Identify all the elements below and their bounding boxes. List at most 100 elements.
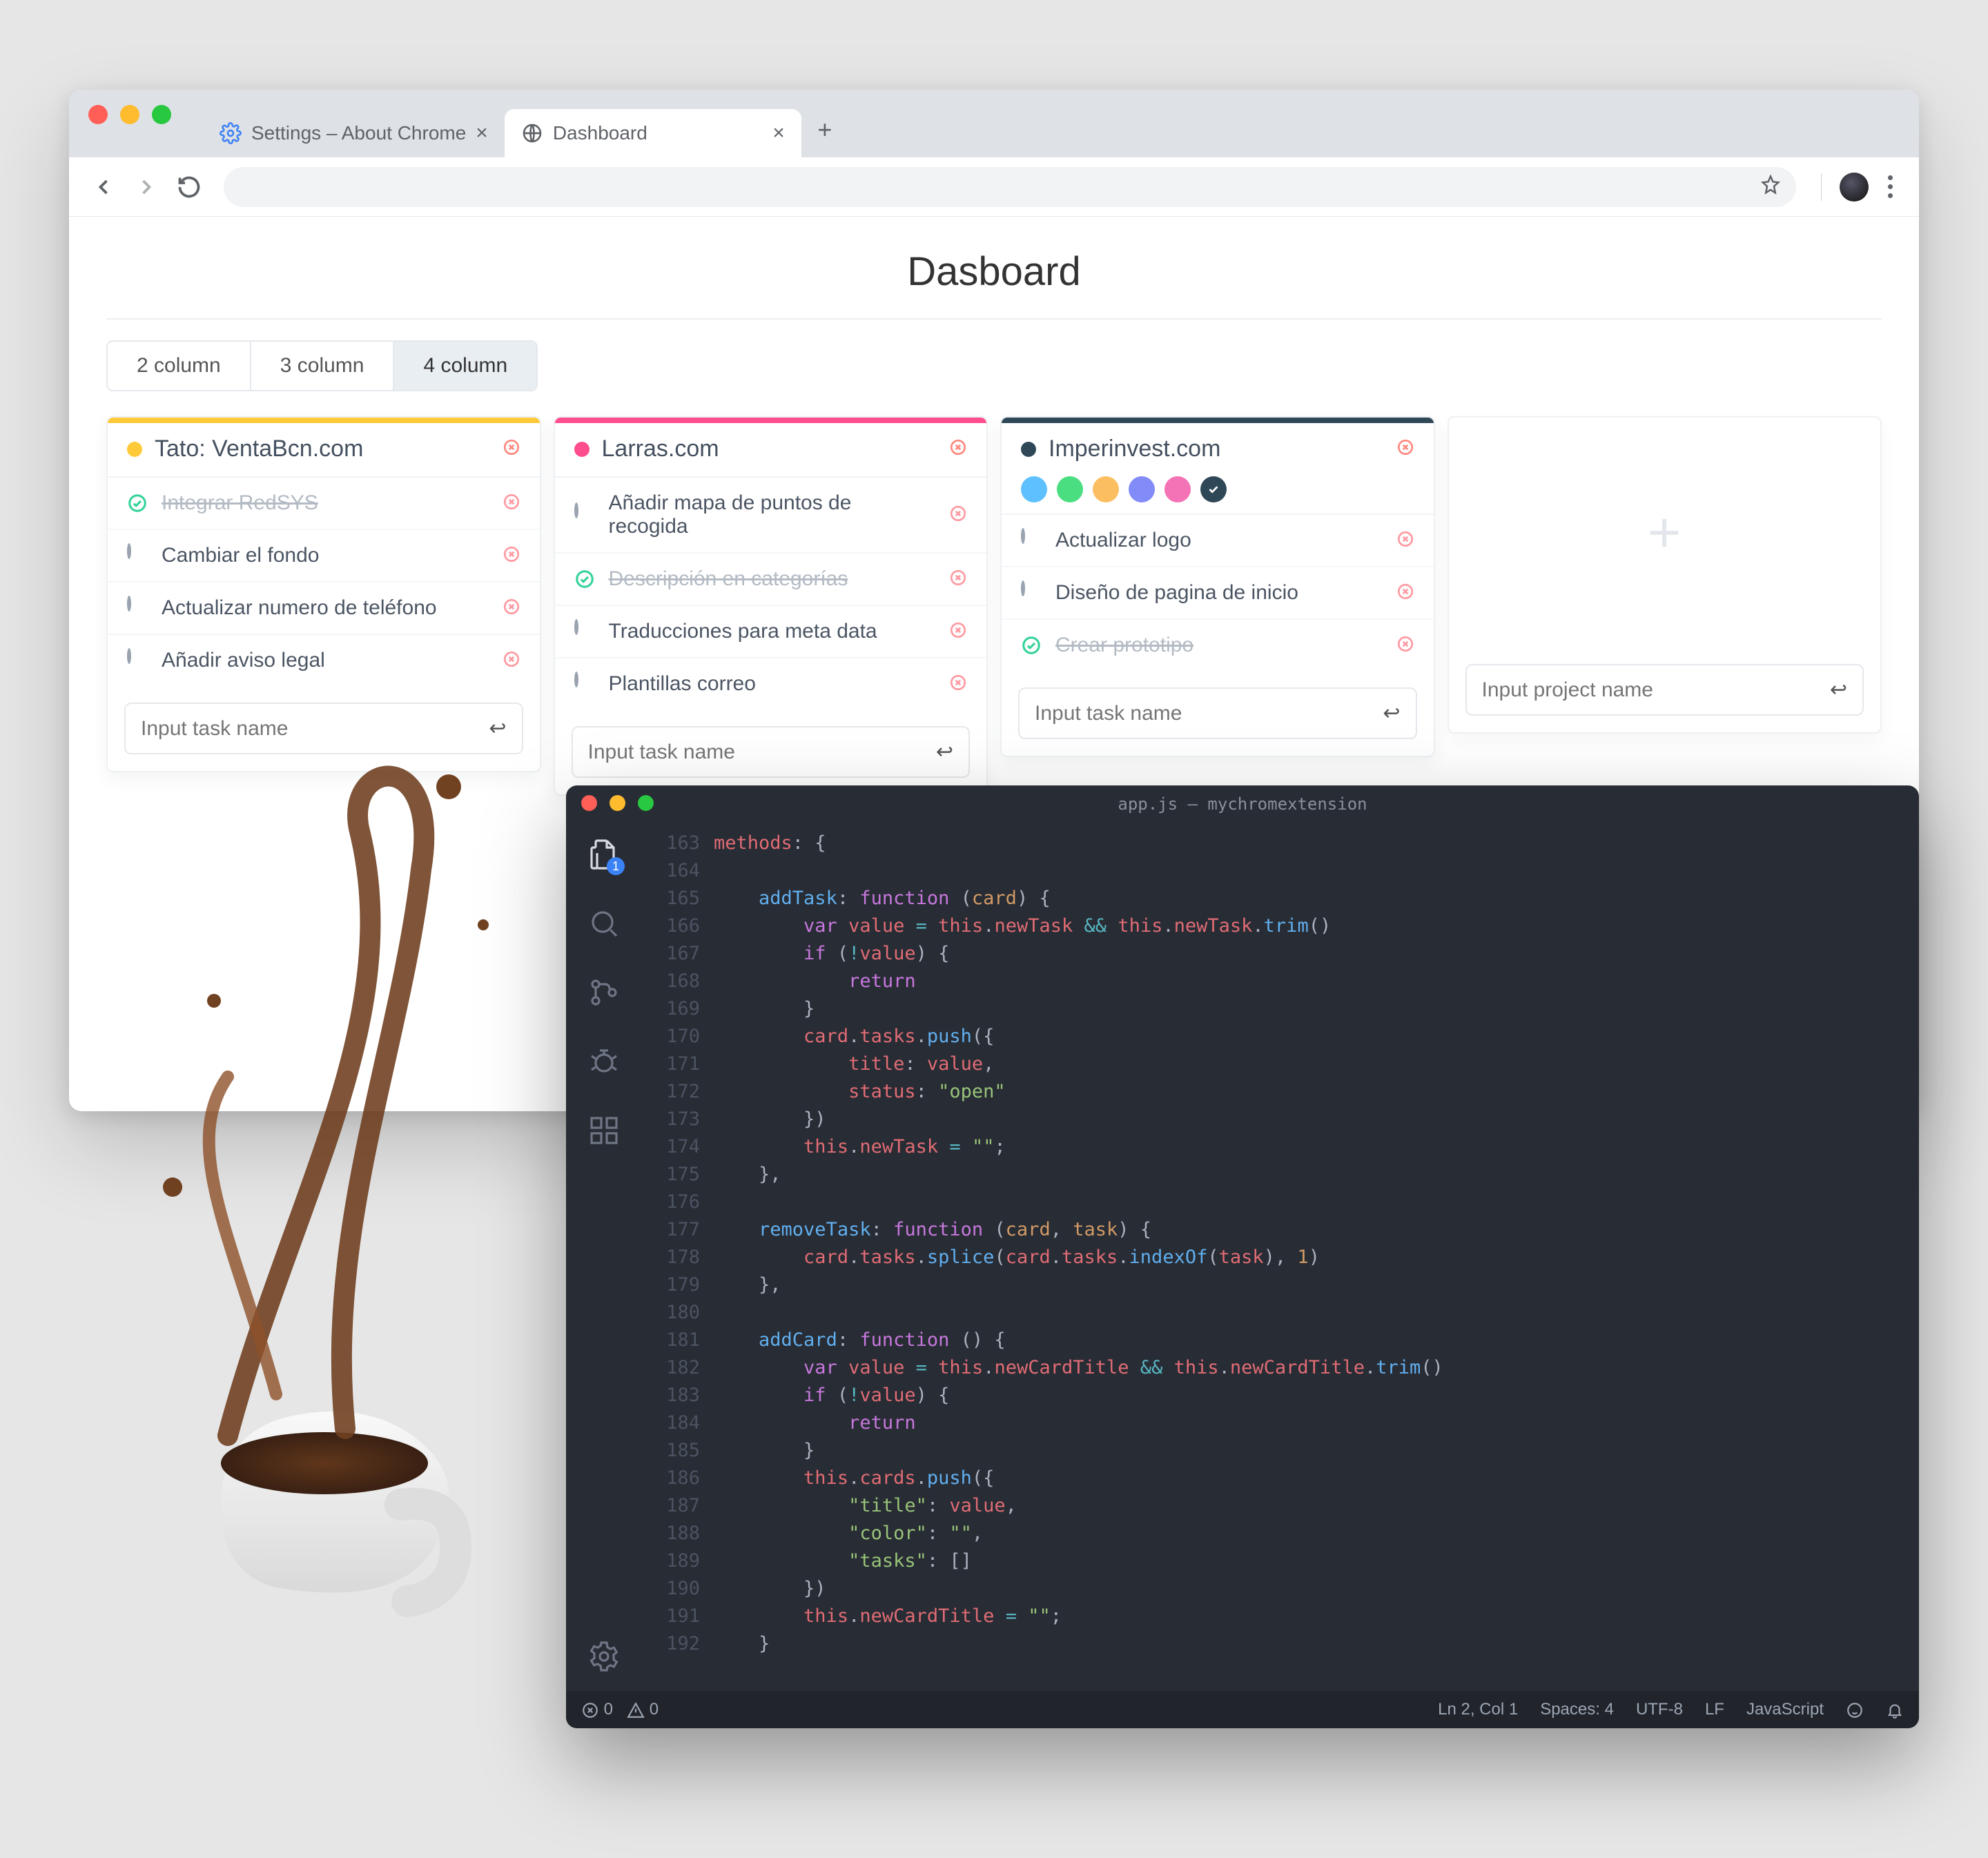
code-editor-window: app.js — mychromextension 1 163 164 165 … [566,785,1919,1728]
tab-settings[interactable]: Settings – About Chrome × [203,109,505,157]
add-task-input[interactable]: ↩ [124,703,523,754]
color-swatch-selected[interactable] [1200,476,1227,502]
delete-task-icon[interactable] [949,621,967,643]
close-tab-icon[interactable]: × [476,123,488,144]
delete-task-icon[interactable] [503,650,520,672]
minimize-window-button[interactable] [120,105,139,124]
back-button[interactable] [88,172,119,202]
debug-icon[interactable] [585,1042,623,1081]
close-window-button[interactable] [581,795,597,811]
task-name-field[interactable] [588,741,936,764]
color-swatch[interactable] [1057,476,1083,502]
forward-button[interactable] [131,172,162,202]
delete-task-icon[interactable] [949,569,967,590]
code-text[interactable]: methods: { addTask: function (card) { va… [714,823,1919,1691]
tab-dashboard[interactable]: Dashboard × [505,109,801,157]
delete-card-icon[interactable] [1396,438,1414,460]
delete-task-icon[interactable] [1396,583,1414,604]
divider [106,318,1882,320]
delete-task-icon[interactable] [503,493,520,514]
line-gutter: 163 164 165 166 167 168 169 170 171 172 … [642,823,714,1691]
segment-3col[interactable]: 3 column [251,342,395,390]
activity-bar: 1 [566,823,642,1691]
task-row: Diseño de pagina de inicio [1002,567,1434,620]
task-label: Diseño de pagina de inicio [1055,581,1383,605]
color-swatches [1002,476,1434,514]
new-tab-button[interactable]: + [808,113,841,146]
task-status-open-icon[interactable] [574,674,595,694]
task-status-open-icon[interactable] [574,505,595,525]
address-bar[interactable] [224,167,1796,207]
eol[interactable]: LF [1705,1700,1724,1719]
card-stripe [555,418,987,423]
explorer-icon[interactable]: 1 [585,835,623,874]
task-status-done-icon[interactable] [574,569,595,589]
maximize-window-button[interactable] [638,795,654,811]
menu-button[interactable] [1881,171,1900,202]
card-title: Larras.com [602,436,937,462]
close-tab-icon[interactable]: × [772,123,785,144]
task-row: Descripción en categorías [555,554,987,606]
encoding[interactable]: UTF-8 [1636,1700,1683,1719]
task-status-open-icon[interactable] [127,650,148,671]
add-project-icon[interactable] [1449,418,1881,647]
task-label: Añadir mapa de puntos de recogida [609,491,936,538]
segment-2col[interactable]: 2 column [108,342,251,390]
minimize-window-button[interactable] [610,795,625,811]
add-task-input[interactable]: ↩ [572,726,971,778]
segment-4col[interactable]: 4 column [394,342,536,390]
task-status-open-icon[interactable] [1021,530,1042,551]
task-status-open-icon[interactable] [574,621,595,642]
page-content: Dasboard 2 column 3 column 4 column Tato… [69,217,1919,821]
browser-tabstrip: Settings – About Chrome × Dashboard × + [69,90,1919,157]
cursor-position[interactable]: Ln 2, Col 1 [1438,1700,1518,1719]
delete-task-icon[interactable] [949,674,967,695]
task-name-field[interactable] [141,717,489,741]
add-project-input[interactable]: ↩ [1465,664,1864,716]
extensions-icon[interactable] [585,1111,623,1150]
indent-setting[interactable]: Spaces: 4 [1540,1700,1614,1719]
task-label: Plantillas correo [609,672,936,696]
bookmark-star-icon[interactable] [1760,175,1781,199]
editor-title: app.js — mychromextension [1118,794,1367,814]
reload-button[interactable] [174,172,204,202]
profile-avatar[interactable] [1840,173,1869,202]
warnings-count[interactable]: 0 [627,1700,659,1719]
settings-gear-icon[interactable] [585,1637,623,1676]
delete-card-icon[interactable] [949,438,967,460]
add-task-input[interactable]: ↩ [1018,687,1417,739]
source-control-icon[interactable] [585,973,623,1012]
task-status-done-icon[interactable] [127,493,148,514]
task-name-field[interactable] [1035,702,1383,725]
task-status-open-icon[interactable] [127,598,148,618]
task-status-open-icon[interactable] [1021,583,1042,603]
color-swatch[interactable] [1164,476,1191,502]
toolbar-divider [1821,173,1822,201]
task-status-open-icon[interactable] [127,545,148,566]
task-row: Plantillas correo [555,658,987,710]
color-swatch[interactable] [1093,476,1119,502]
bell-icon[interactable] [1886,1700,1904,1719]
card-stripe [108,418,540,423]
task-label: Traducciones para meta data [609,620,936,643]
project-name-field[interactable] [1482,678,1830,702]
delete-task-icon[interactable] [503,545,520,567]
delete-task-icon[interactable] [949,505,967,526]
delete-task-icon[interactable] [1396,530,1414,551]
errors-count[interactable]: 0 [581,1700,613,1719]
maximize-window-button[interactable] [152,105,171,124]
color-swatch[interactable] [1021,476,1047,502]
feedback-icon[interactable] [1846,1700,1864,1719]
search-icon[interactable] [585,904,623,943]
task-status-done-icon[interactable] [1021,635,1042,656]
code-area[interactable]: 163 164 165 166 167 168 169 170 171 172 … [642,823,1919,1691]
task-row: Actualizar logo [1002,515,1434,567]
delete-task-icon[interactable] [503,598,520,619]
delete-task-icon[interactable] [1396,635,1414,656]
color-swatch[interactable] [1129,476,1155,502]
delete-card-icon[interactable] [503,438,520,460]
tab-title: Settings – About Chrome [251,122,466,144]
language-mode[interactable]: JavaScript [1746,1700,1824,1719]
close-window-button[interactable] [88,105,108,124]
task-label: Actualizar logo [1055,529,1383,552]
